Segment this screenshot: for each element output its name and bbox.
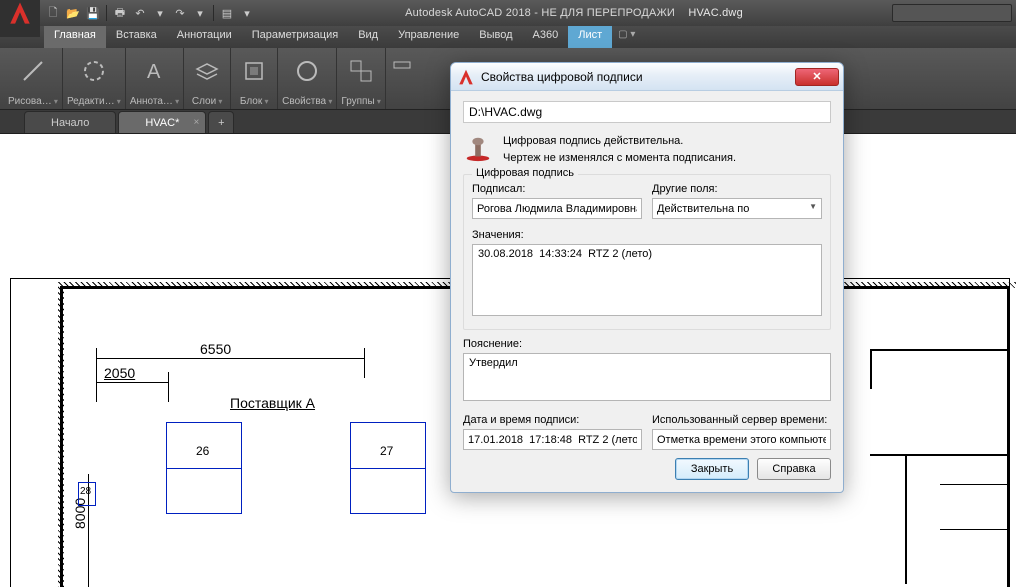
menu-manage[interactable]: Управление bbox=[388, 26, 469, 48]
menu-bar: Главная Вставка Аннотации Параметризация… bbox=[0, 26, 1016, 48]
dialog-titlebar[interactable]: Свойства цифровой подписи ✕ bbox=[451, 63, 843, 91]
other-fields-combo[interactable] bbox=[652, 198, 822, 219]
modify-icon[interactable] bbox=[75, 52, 113, 90]
values-label: Значения: bbox=[472, 229, 822, 241]
panel-label[interactable]: Аннота… bbox=[130, 96, 179, 109]
tab-label: HVAC* bbox=[145, 117, 179, 129]
signed-by-field[interactable] bbox=[472, 198, 642, 219]
close-dialog-button[interactable]: Закрыть bbox=[675, 458, 749, 480]
panel-label[interactable]: Группы bbox=[341, 96, 381, 109]
save-icon[interactable]: 💾 bbox=[84, 4, 102, 22]
sign-time-label: Дата и время подписи: bbox=[463, 414, 642, 426]
ribbon-panel-layers: Слои bbox=[184, 48, 231, 109]
plot-icon[interactable]: 🖶 bbox=[111, 4, 129, 22]
signed-by-label: Подписал: bbox=[472, 183, 642, 195]
menu-annotations[interactable]: Аннотации bbox=[167, 26, 242, 48]
svg-text:A: A bbox=[147, 61, 161, 83]
text-icon[interactable]: A bbox=[136, 52, 174, 90]
file-tab-start[interactable]: Начало bbox=[24, 111, 116, 133]
layers-icon[interactable] bbox=[188, 52, 226, 90]
dimension-line bbox=[96, 358, 364, 359]
new-icon[interactable]: 🗋 bbox=[44, 4, 62, 22]
groups-icon[interactable] bbox=[342, 52, 380, 90]
block-number: 28 bbox=[80, 486, 91, 497]
panel-label[interactable]: Редакти… bbox=[67, 96, 121, 109]
chevron-down-icon[interactable]: ▾ bbox=[151, 4, 169, 22]
values-textarea[interactable] bbox=[472, 244, 822, 316]
close-button[interactable]: ✕ bbox=[795, 68, 839, 86]
ribbon-panel-utilities bbox=[386, 48, 418, 109]
ribbon-panel-modify: Редакти… bbox=[63, 48, 126, 109]
comment-textarea[interactable] bbox=[463, 353, 831, 401]
menu-insert[interactable]: Вставка bbox=[106, 26, 167, 48]
signature-group: Цифровая подпись Подписал: Другие поля: … bbox=[463, 174, 831, 330]
dialog-title: Свойства цифровой подписи bbox=[481, 70, 795, 84]
time-server-label: Использованный сервер времени: bbox=[652, 414, 831, 426]
sign-time-field[interactable] bbox=[463, 429, 642, 450]
time-server-field[interactable] bbox=[652, 429, 831, 450]
qat-more-icon[interactable]: ▾ bbox=[238, 4, 256, 22]
dimension-line bbox=[96, 382, 168, 383]
file-path-field: D:\HVAC.dwg bbox=[463, 101, 831, 123]
menu-layouts[interactable]: Лист bbox=[568, 26, 612, 48]
menu-a360[interactable]: A360 bbox=[523, 26, 569, 48]
app-title: Autodesk AutoCAD 2018 - НЕ ДЛЯ ПЕРЕПРОДА… bbox=[405, 7, 675, 19]
other-fields-label: Другие поля: bbox=[652, 183, 822, 195]
dimension-value: 6550 bbox=[200, 341, 231, 357]
workspace-icon[interactable]: ▤ bbox=[218, 4, 236, 22]
properties-icon[interactable] bbox=[288, 52, 326, 90]
line-icon[interactable] bbox=[14, 52, 52, 90]
group-label: Цифровая подпись bbox=[472, 167, 578, 179]
menu-output[interactable]: Вывод bbox=[469, 26, 522, 48]
quick-access-toolbar: 🗋 📂 💾 🖶 ↶ ▾ ↷ ▾ ▤ ▾ bbox=[44, 4, 256, 22]
ribbon-panel-annotation: A Аннота… bbox=[126, 48, 184, 109]
dimension-value: 2050 bbox=[104, 365, 135, 381]
close-icon[interactable]: × bbox=[194, 117, 200, 128]
comment-label: Пояснение: bbox=[463, 338, 831, 350]
undo-icon[interactable]: ↶ bbox=[131, 4, 149, 22]
menu-view[interactable]: Вид bbox=[348, 26, 388, 48]
valid-stamp-icon bbox=[463, 133, 493, 163]
block-number: 26 bbox=[196, 444, 209, 458]
ribbon-panel-draw: Рисова… bbox=[4, 48, 63, 109]
status-line-unchanged: Чертеж не изменялся с момента подписания… bbox=[503, 150, 736, 167]
file-tab-hvac[interactable]: HVAC* × bbox=[118, 111, 206, 133]
block-icon[interactable] bbox=[235, 52, 273, 90]
block-number: 27 bbox=[380, 444, 393, 458]
supplier-label: Поставщик А bbox=[230, 395, 315, 411]
ribbon-panel-block: Блок bbox=[231, 48, 278, 109]
open-icon[interactable]: 📂 bbox=[64, 4, 82, 22]
signature-properties-dialog: Свойства цифровой подписи ✕ D:\HVAC.dwg … bbox=[450, 62, 844, 493]
panel-label[interactable]: Свойства bbox=[282, 96, 332, 109]
app-menu-button[interactable] bbox=[0, 0, 40, 37]
hatch bbox=[58, 282, 64, 587]
help-button[interactable]: Справка bbox=[757, 458, 831, 480]
panel-label[interactable]: Рисова… bbox=[8, 96, 58, 109]
window-title: Autodesk AutoCAD 2018 - НЕ ДЛЯ ПЕРЕПРОДА… bbox=[256, 7, 892, 19]
ribbon-panel-properties: Свойства bbox=[278, 48, 337, 109]
redo-icon[interactable]: ↷ bbox=[171, 4, 189, 22]
autocad-icon bbox=[457, 68, 475, 86]
chevron-down-icon[interactable]: ▾ bbox=[191, 4, 209, 22]
menu-overflow-icon[interactable]: ▢ ▾ bbox=[612, 26, 641, 48]
file-tab-new[interactable]: + bbox=[208, 111, 234, 133]
measure-icon[interactable] bbox=[390, 52, 414, 76]
title-bar: 🗋 📂 💾 🖶 ↶ ▾ ↷ ▾ ▤ ▾ Autodesk AutoCAD 201… bbox=[0, 0, 1016, 26]
menu-home[interactable]: Главная bbox=[44, 26, 106, 48]
panel-label[interactable]: Слои bbox=[192, 96, 223, 109]
panel-label[interactable]: Блок bbox=[240, 96, 269, 109]
ribbon-panel-groups: Группы bbox=[337, 48, 386, 109]
title-filename: HVAC.dwg bbox=[688, 7, 743, 19]
help-search-input[interactable] bbox=[892, 4, 1012, 22]
menu-parametric[interactable]: Параметризация bbox=[242, 26, 348, 48]
tab-label: Начало bbox=[51, 117, 89, 129]
status-line-valid: Цифровая подпись действительна. bbox=[503, 133, 736, 150]
